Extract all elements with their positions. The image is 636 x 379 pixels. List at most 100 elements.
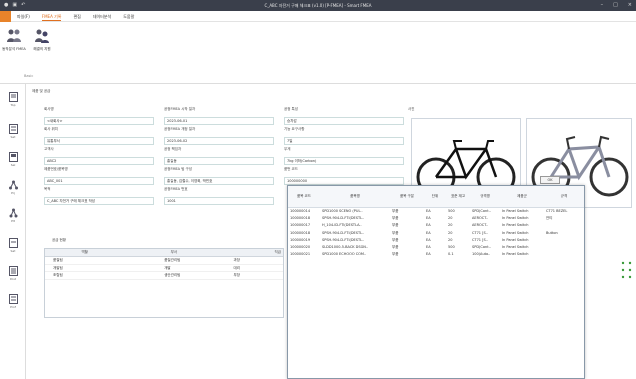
field-label: 무게	[284, 147, 291, 151]
network-icon	[9, 208, 17, 218]
table-cell: 20	[448, 216, 453, 221]
table-row[interactable]: 100000018 SPSH-904-D-FTI(DESTL.. 부품 EA 2…	[288, 230, 584, 237]
nav-item-sel[interactable]: Sel	[3, 152, 23, 167]
table-cell: Button	[546, 230, 558, 235]
table-row[interactable]: 조립팀 생산관리팀 부장	[45, 272, 283, 280]
menu-tab-edit[interactable]: 편집	[73, 14, 80, 21]
document-icon	[8, 152, 18, 162]
product-number-field[interactable]: ABC_001	[44, 177, 154, 185]
table-row[interactable]: 100000018 SPSH-904-D-FTI(DESTL.. 부품 EA 2…	[288, 215, 584, 222]
table-cell: SPD(Cont..	[472, 209, 491, 213]
app-logo[interactable]	[0, 11, 11, 22]
nav-item-plt[interactable]: Plt	[3, 208, 23, 223]
item-selection-popup: 품목 코드 품목명 품목 구분 단위 표준 재고 규격명 제품군 규격 1000…	[287, 185, 585, 379]
table-cell: SPD1000 SCENO (PUL..	[322, 209, 363, 213]
table-cell: EA	[426, 252, 431, 257]
ribbon-button-motion-fmea[interactable]: 동작분석 FMEA	[2, 28, 26, 52]
table-row[interactable]: 100000017 H_104-ID-FTI(DESTLA.. 부품 EA 20…	[288, 222, 584, 229]
table-cell	[544, 237, 584, 244]
company-name-field[interactable]: <새회사>	[44, 117, 154, 125]
column-header[interactable]: 부서	[124, 249, 223, 256]
table-cell: 개발팀	[53, 265, 63, 270]
table-cell: AEROCT..	[472, 223, 489, 228]
team-field[interactable]: 홍길동, 김철수, 이영희, 박민호	[164, 177, 274, 185]
menu-tab-file[interactable]: 파일(F)	[17, 14, 30, 21]
fmea-number-field[interactable]: 1001	[164, 197, 274, 205]
window-title: C_ABC 자전거 구매 체크표 (v1.0) [P-FMEA] - Smart…	[264, 3, 372, 8]
start-date-field[interactable]: 2023-06-01	[164, 117, 274, 125]
table-cell: 100000021	[290, 252, 311, 257]
nav-item-set[interactable]: Set	[3, 124, 23, 139]
document-icon	[8, 294, 18, 304]
table-row[interactable]: 개발팀 개발 대리	[45, 265, 283, 272]
menu-tab-fmea[interactable]: FMEA 기록	[41, 14, 62, 21]
table-cell: 100000017	[290, 223, 311, 228]
column-header[interactable]: 품목명	[320, 194, 390, 199]
close-icon[interactable]: ×	[628, 2, 632, 8]
weight-field[interactable]: 7kg 이하(Carbon)	[284, 157, 404, 165]
process-owner-field[interactable]: 홍길동	[164, 157, 274, 165]
table-cell: In Panel Switch	[502, 230, 529, 235]
menu-tabs: 파일(F) FMEA 기록 편집 데이터분석 도움말	[17, 14, 134, 21]
company-location-field[interactable]: 유통부서	[44, 137, 154, 145]
table-cell: 20	[448, 230, 453, 235]
field-label: 공정FMEA 팀 구성	[164, 167, 192, 171]
menu-tab-help[interactable]: 도움말	[123, 14, 134, 21]
image-caption: 사진	[408, 107, 415, 111]
people-icon	[35, 29, 49, 43]
customer-field[interactable]: ABC2	[44, 157, 154, 165]
network-icon	[8, 180, 18, 190]
field-label: 공정FMEA 시작 일자	[164, 107, 196, 111]
table-row[interactable]: 품질팀 품질관리팀 과장	[45, 257, 283, 265]
menu-tab-analysis[interactable]: 데이터분석	[93, 14, 111, 21]
nav-item-label: Sel	[10, 163, 16, 167]
table-cell: CT71 [S..	[472, 230, 488, 235]
nav-item-top[interactable]: Top	[3, 92, 23, 107]
table-cell: 부품	[392, 209, 399, 213]
column-header[interactable]: 규격	[544, 194, 584, 199]
table-row[interactable]: 100000021 SPD1000 ECHOOO COM.. 부품 EA 0.1…	[288, 251, 584, 258]
undo-icon[interactable]: ↶	[21, 2, 25, 8]
table-cell: 20	[448, 237, 453, 242]
nav-item-label: Top	[10, 103, 16, 107]
revision-date-field[interactable]: 2023-06-02	[164, 137, 274, 145]
column-header[interactable]: 표준 재고	[446, 194, 470, 199]
table-cell: 부품	[392, 252, 399, 257]
table-row[interactable]: 100000019 SPSH-904-D-FTI(DESTL.. 부품 EA 2…	[288, 237, 584, 244]
ribbon-button-support[interactable]: 해결의 지원	[30, 28, 54, 52]
column-header[interactable]: 역할	[45, 249, 124, 256]
column-header[interactable]: 품목 코드	[288, 194, 320, 199]
section-title: 공급 현황	[52, 238, 66, 242]
column-header[interactable]: 직급	[223, 249, 283, 256]
section-title: 제품 및 공급	[32, 89, 51, 93]
table-cell: In Panel Switch	[502, 209, 529, 213]
field-label: 공정 특성	[284, 107, 298, 111]
minimize-icon[interactable]: –	[601, 2, 604, 8]
maximize-icon[interactable]: □	[613, 2, 618, 8]
table-row[interactable]: 100000014 SPD1000 SCENO (PUL.. 부품 EA 500…	[288, 208, 584, 215]
nav-item-sat[interactable]: Sat	[3, 238, 23, 253]
save-icon[interactable]: ▣	[12, 2, 17, 8]
table-row[interactable]: 100000020 SLDD1000-5-BACK DSGN.. 부품 EA 5…	[288, 244, 584, 251]
function-requirement-field[interactable]: 7일	[284, 137, 404, 145]
process-characteristic-field[interactable]: 승차감	[284, 117, 404, 125]
field-label: 공정FMEA 개정 일자	[164, 127, 196, 131]
column-header[interactable]: 단위	[424, 194, 446, 199]
table-cell: 부장	[233, 273, 240, 277]
column-header[interactable]: 규격명	[470, 194, 500, 199]
nav-item-prj[interactable]: Prj	[3, 180, 23, 195]
assignment-grid: 역할 부서 직급 품질팀 품질관리팀 과장 개발팀 개발 대리 조립팀 생산관리…	[44, 248, 284, 318]
ok-button[interactable]: OK	[540, 176, 560, 184]
part-code-field[interactable]: 100000000	[284, 177, 404, 185]
purpose-field[interactable]: C_ABC 자전거 구매 체크표 작성	[44, 197, 154, 205]
column-header[interactable]: 품목 구분	[390, 194, 424, 199]
nav-item-prof[interactable]: Prof	[3, 294, 23, 309]
background-grid-edge	[590, 245, 636, 285]
nav-item-dist[interactable]: Dist	[3, 266, 23, 281]
table-cell: SPSH-904-D-FTI(DESTL..	[322, 216, 365, 221]
table-cell: 100000019	[290, 237, 311, 242]
field-label: 제품번호/품목명	[44, 167, 68, 171]
table-cell: 부품	[392, 216, 399, 221]
table-cell: 대리	[233, 265, 240, 270]
column-header[interactable]: 제품군	[500, 194, 544, 199]
